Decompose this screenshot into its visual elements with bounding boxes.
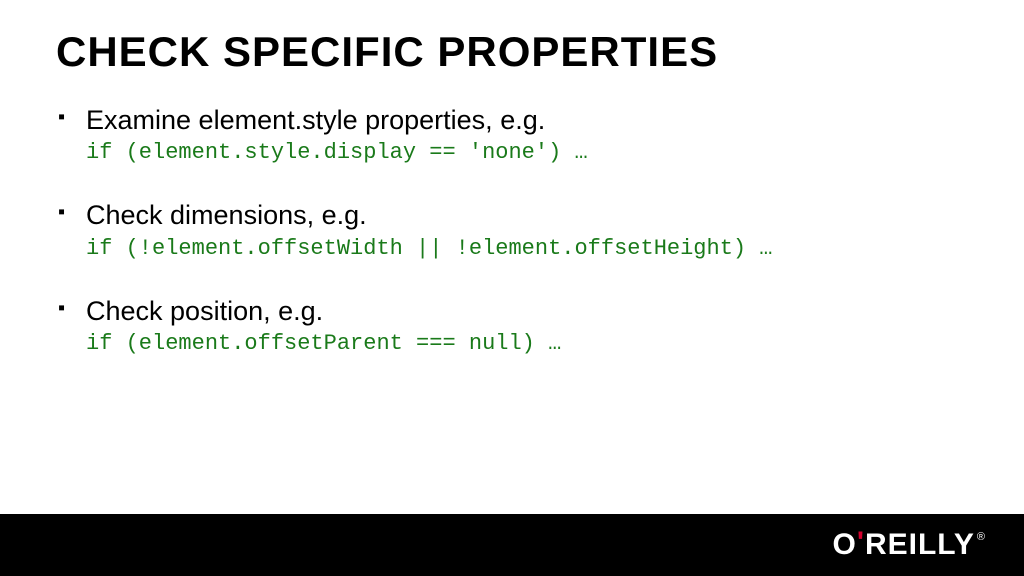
bullet-item: Check position, e.g. if (element.offsetP… (56, 295, 968, 356)
brand-logo: O'REILLY® (832, 528, 984, 562)
brand-registered: ® (977, 531, 986, 543)
slide-content: CHECK SPECIFIC PROPERTIES Examine elemen… (0, 0, 1024, 356)
brand-apostrophe: ' (857, 526, 865, 559)
bullet-item: Check dimensions, e.g. if (!element.offs… (56, 199, 968, 260)
bullet-text: Check dimensions, e.g. (86, 199, 968, 231)
bullet-text: Examine element.style properties, e.g. (86, 104, 968, 136)
code-snippet: if (!element.offsetWidth || !element.off… (86, 236, 968, 261)
code-snippet: if (element.style.display == 'none') … (86, 140, 968, 165)
footer-bar: O'REILLY® (0, 514, 1024, 576)
bullet-list: Examine element.style properties, e.g. i… (56, 104, 968, 356)
bullet-item: Examine element.style properties, e.g. i… (56, 104, 968, 165)
brand-suffix: REILLY (865, 528, 975, 561)
slide-title: CHECK SPECIFIC PROPERTIES (56, 28, 968, 76)
bullet-text: Check position, e.g. (86, 295, 968, 327)
code-snippet: if (element.offsetParent === null) … (86, 331, 968, 356)
brand-prefix: O (832, 528, 856, 561)
